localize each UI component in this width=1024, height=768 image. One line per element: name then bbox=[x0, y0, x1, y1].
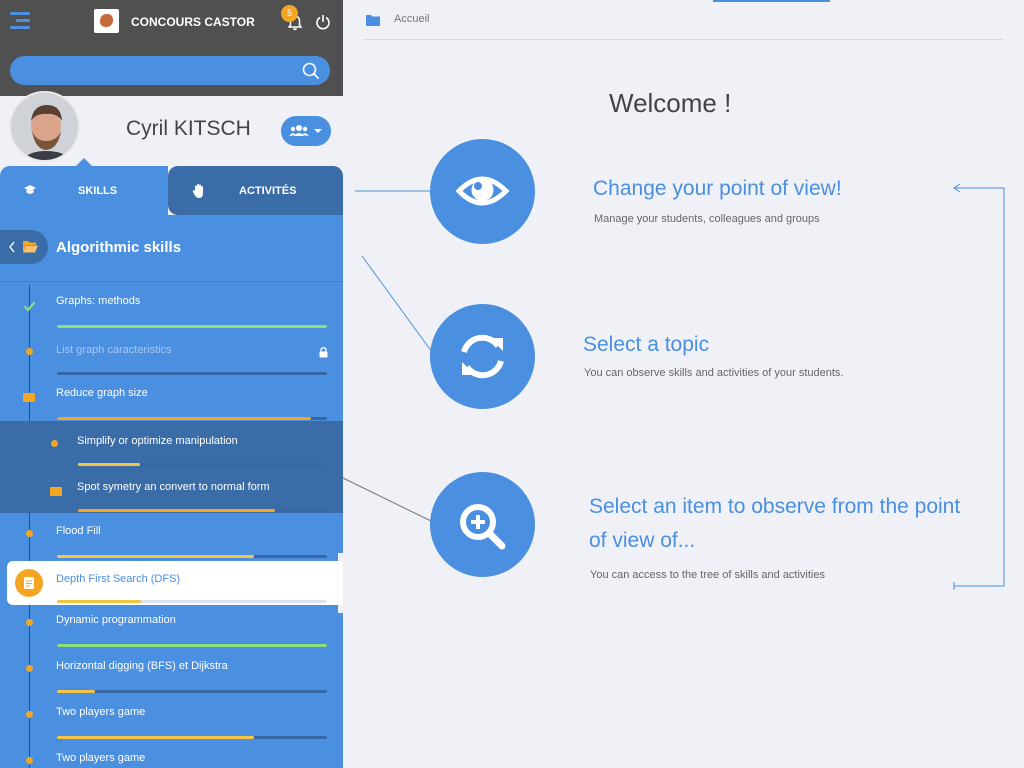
tree-item[interactable]: Graphs: methods bbox=[0, 295, 343, 341]
dot-icon bbox=[26, 665, 33, 672]
user-name: Cyril KITSCH bbox=[126, 117, 251, 140]
app-logo bbox=[94, 9, 119, 33]
observe-item-button[interactable] bbox=[430, 472, 535, 577]
tree-item-label: Graphs: methods bbox=[56, 295, 141, 307]
dot-icon bbox=[26, 757, 33, 764]
tree-item-label: Flood Fill bbox=[56, 525, 101, 537]
page-title: Welcome ! bbox=[609, 88, 732, 118]
tree-item[interactable]: Two players game bbox=[0, 752, 343, 768]
tree-item-label: Simplify or optimize manipulation bbox=[77, 435, 238, 447]
tab-activities-label: ACTIVITÉS bbox=[239, 185, 297, 197]
progress-bar bbox=[57, 736, 327, 739]
dot-icon bbox=[26, 530, 33, 537]
search-bar[interactable] bbox=[10, 56, 330, 85]
tree-corner bbox=[338, 553, 343, 561]
progress-bar bbox=[78, 463, 327, 466]
tree-item-label: List graph caracteristics bbox=[56, 344, 172, 356]
feature-desc: You can access to the tree of skills and… bbox=[590, 569, 825, 581]
tab-skills-label: SKILLS bbox=[78, 185, 118, 197]
folder-open-icon bbox=[23, 393, 35, 402]
progress-bar bbox=[57, 600, 327, 603]
tree-item[interactable]: List graph caracteristics bbox=[0, 344, 343, 390]
tab-skills[interactable]: SKILLS bbox=[0, 166, 168, 215]
tree-title: Algorithmic skills bbox=[56, 239, 182, 256]
avatar[interactable] bbox=[9, 91, 80, 162]
folder-open-icon bbox=[50, 487, 62, 496]
tree-item-label: Two players game bbox=[56, 706, 146, 718]
tab-activities[interactable]: ACTIVITÉS bbox=[168, 166, 343, 215]
folder-icon bbox=[366, 15, 380, 26]
breadcrumb-home[interactable]: Accueil bbox=[394, 13, 429, 25]
tree-item-label: Dynamic programmation bbox=[56, 614, 176, 626]
tree-subitem[interactable]: Simplify or optimize manipulation bbox=[0, 421, 343, 467]
progress-bar bbox=[57, 325, 327, 328]
feature-title: Select a topic bbox=[583, 333, 710, 356]
notification-badge: 5 bbox=[281, 5, 298, 22]
tree-item[interactable]: Two players game bbox=[0, 706, 343, 752]
search-input[interactable] bbox=[24, 62, 294, 80]
progress-bar bbox=[57, 644, 327, 647]
dot-icon bbox=[26, 711, 33, 718]
dot-icon bbox=[51, 440, 58, 447]
tree-item-label: Two players game bbox=[56, 752, 146, 764]
document-icon bbox=[15, 569, 43, 597]
tree-item[interactable]: Horizontal digging (BFS) et Dijkstra bbox=[0, 660, 343, 706]
chevron-left-icon bbox=[9, 241, 15, 253]
tree-item[interactable]: Dynamic programmation bbox=[0, 614, 343, 660]
select-topic-button[interactable] bbox=[430, 304, 535, 409]
tree-subitem[interactable]: Spot symetry an convert to normal form bbox=[0, 467, 343, 513]
progress-bar bbox=[57, 555, 327, 558]
tree-corner bbox=[338, 605, 343, 613]
feature-desc: Manage your students, colleagues and gro… bbox=[594, 213, 820, 225]
search-icon[interactable] bbox=[302, 62, 320, 80]
feature-title: of view of... bbox=[589, 529, 696, 552]
progress-bar bbox=[78, 509, 327, 512]
app-title: CONCOURS CASTOR bbox=[131, 15, 255, 29]
folder-open-icon bbox=[23, 241, 38, 253]
feature-desc: You can observe skills and activities of… bbox=[584, 367, 844, 379]
tree-item-active[interactable]: Depth First Search (DFS) bbox=[7, 561, 343, 605]
tree-item-label: Horizontal digging (BFS) et Dijkstra bbox=[56, 660, 228, 672]
hand-icon bbox=[192, 184, 203, 198]
tree-item-label: Reduce graph size bbox=[56, 387, 148, 399]
change-view-button[interactable] bbox=[430, 139, 535, 244]
feature-title: Select an item to observe from the point bbox=[589, 495, 961, 518]
feature-title: Change your point of view! bbox=[593, 177, 842, 200]
group-switch-button[interactable] bbox=[281, 116, 331, 146]
sidebar-header: CONCOURS CASTOR 5 bbox=[0, 0, 343, 96]
progress-bar bbox=[57, 417, 327, 420]
progress-bar bbox=[57, 372, 327, 375]
divider bbox=[0, 281, 343, 282]
sidebar-tabs: SKILLS ACTIVITÉS bbox=[0, 166, 343, 215]
dot-icon bbox=[26, 619, 33, 626]
tree-item-label: Depth First Search (DFS) bbox=[56, 573, 181, 585]
tree-back-button[interactable] bbox=[0, 230, 48, 264]
menu-icon[interactable] bbox=[10, 12, 30, 30]
chevron-down-icon bbox=[314, 129, 322, 133]
lock-icon bbox=[319, 347, 328, 358]
zoom-in-icon bbox=[460, 504, 506, 550]
dot-icon bbox=[26, 348, 33, 355]
eye-icon bbox=[455, 176, 510, 206]
progress-bar bbox=[57, 690, 327, 693]
check-icon bbox=[23, 301, 36, 312]
refresh-icon bbox=[461, 334, 504, 379]
top-tab-indicator bbox=[713, 0, 830, 2]
breadcrumb: Accueil bbox=[363, 10, 1003, 40]
tree-item-label: Spot symetry an convert to normal form bbox=[77, 481, 270, 493]
power-icon[interactable] bbox=[315, 14, 331, 30]
tree-header: Algorithmic skills bbox=[0, 230, 343, 266]
graduation-cap-icon bbox=[24, 185, 36, 194]
